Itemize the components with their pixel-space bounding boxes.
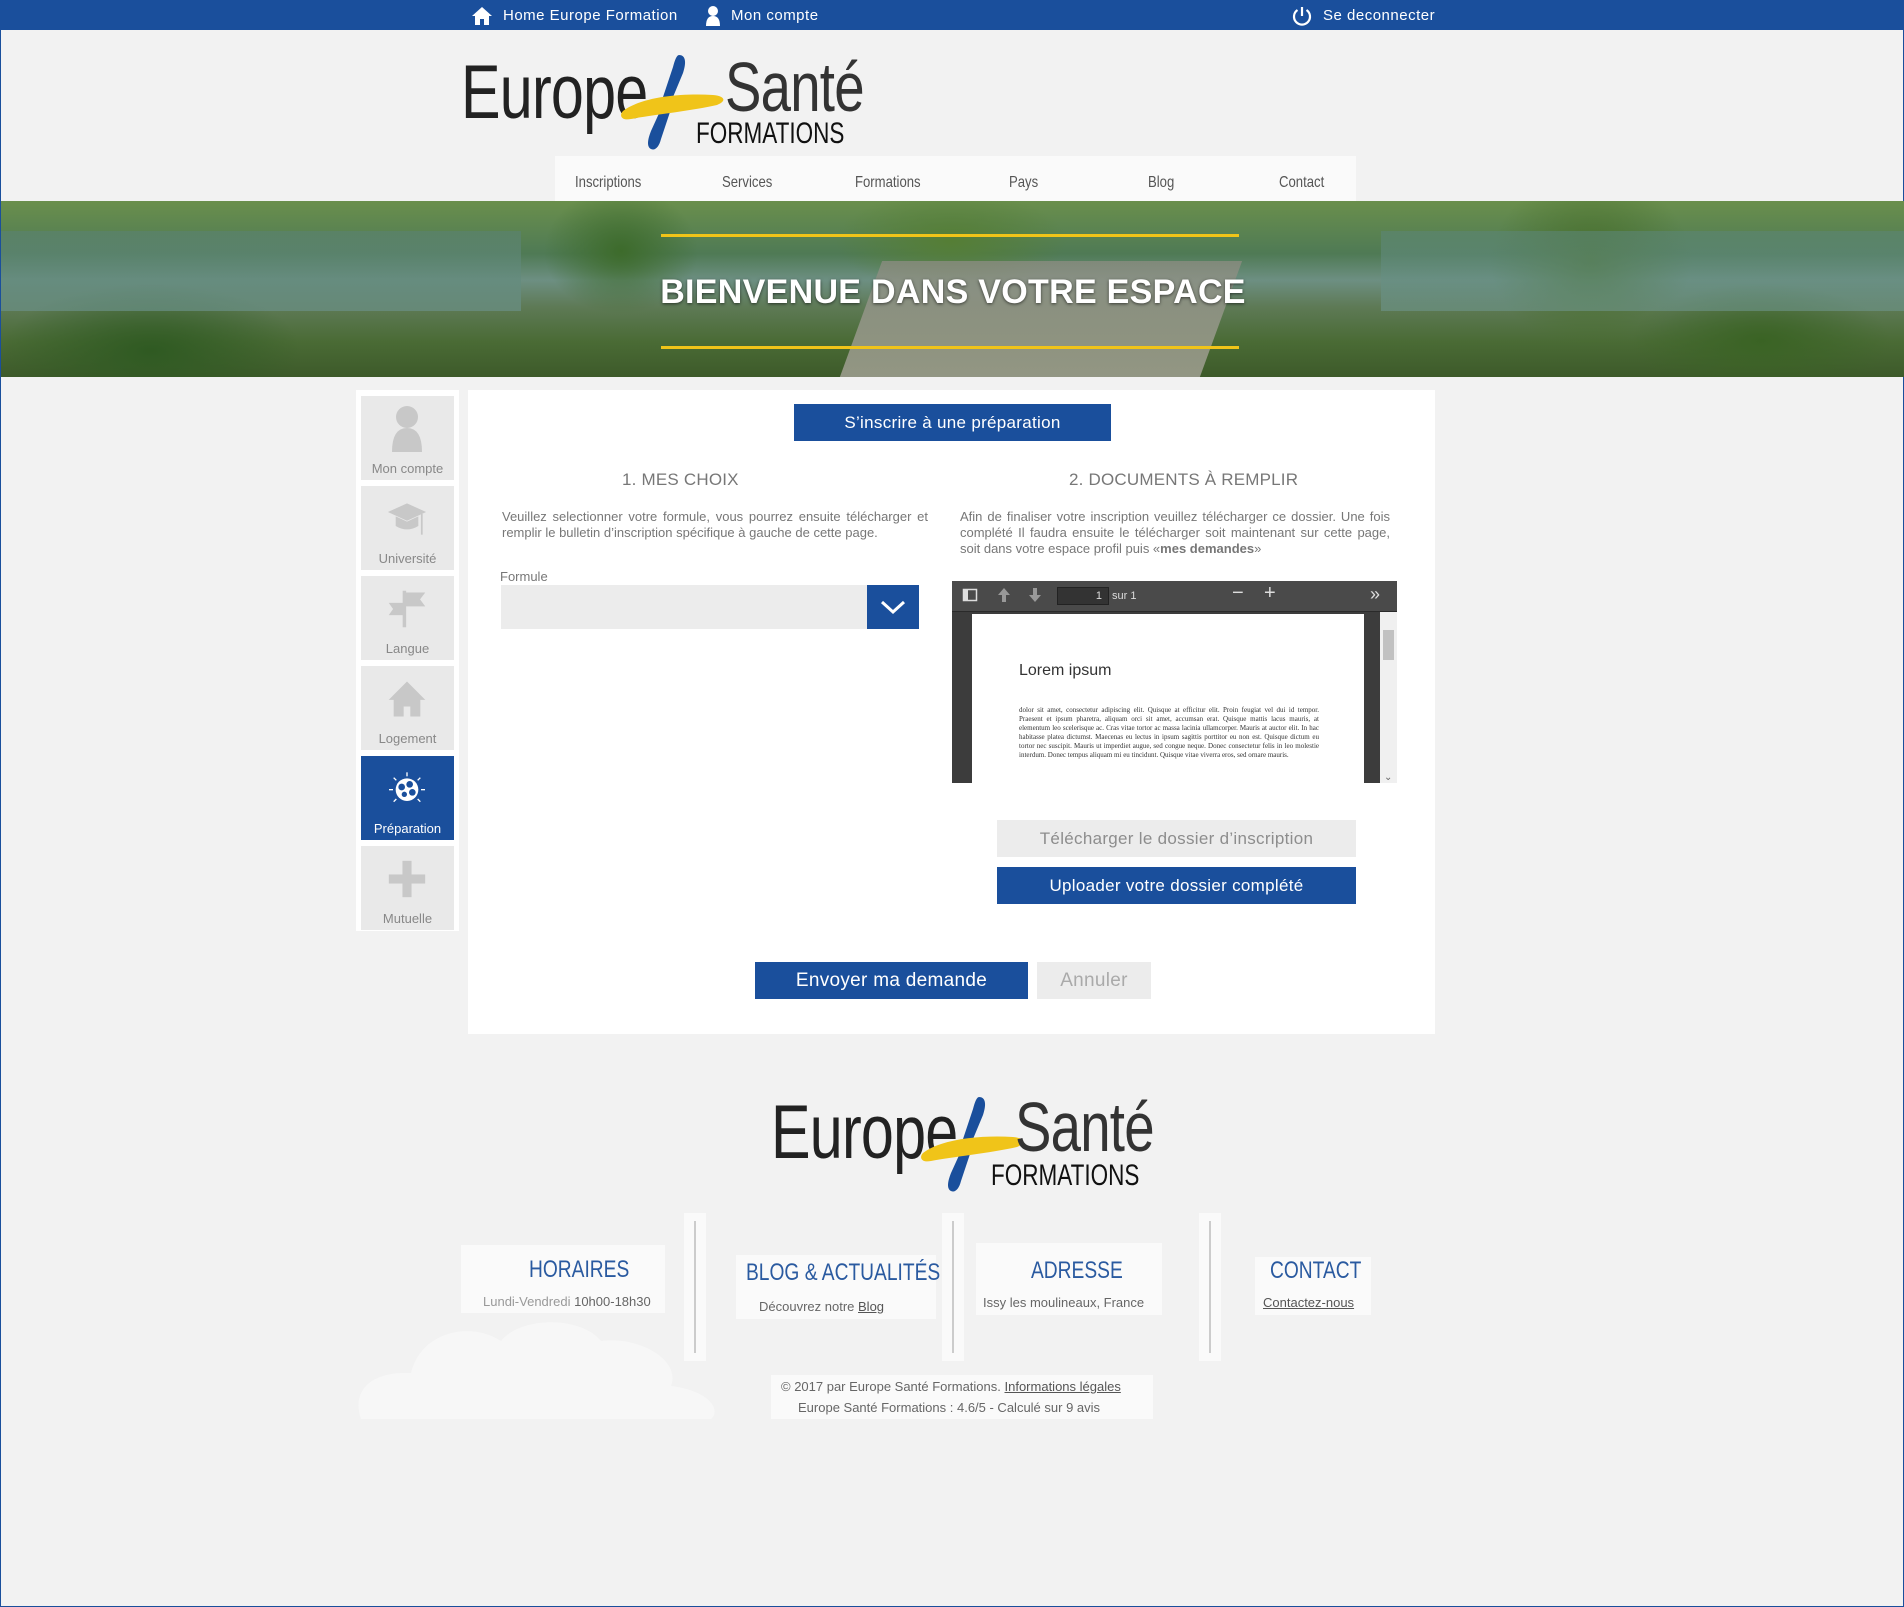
submit-request-button[interactable]: Envoyer ma demande bbox=[755, 962, 1028, 999]
documents-title: 2. DOCUMENTS À REMPLIR bbox=[1069, 470, 1299, 489]
sidebar-item-label: Mutuelle bbox=[382, 911, 433, 926]
sidebar-item-label: Logement bbox=[378, 731, 437, 746]
top-bar: Home Europe Formation Mon compte Se deco… bbox=[1, 1, 1904, 30]
zoom-in-icon[interactable]: + bbox=[1264, 583, 1276, 603]
register-preparation-button[interactable]: S’inscrire à une préparation bbox=[794, 404, 1111, 441]
pdf-page-input[interactable]: 1 bbox=[1057, 587, 1109, 605]
footer-contact-link[interactable]: Contactez-nous bbox=[1263, 1295, 1354, 1310]
scroll-down-icon[interactable]: ⌄ bbox=[1384, 772, 1392, 783]
footer-logo-word-formations: FORMATIONS bbox=[991, 1159, 1140, 1192]
nav-item-inscriptions[interactable]: Inscriptions bbox=[575, 174, 641, 192]
footer-separator bbox=[684, 1213, 706, 1361]
home-link-label: Home Europe Formation bbox=[503, 7, 678, 24]
chevron-down-icon bbox=[880, 600, 906, 615]
profile-sidebar: Mon compte Université Langue Logement Pr… bbox=[356, 390, 459, 931]
footer-rating: Europe Santé Formations : 4.6/5 - Calcul… bbox=[798, 1400, 1101, 1415]
footer-copyright: © 2017 par Europe Santé Formations. Info… bbox=[781, 1379, 1121, 1394]
sidebar-item-label: Préparation bbox=[373, 821, 442, 836]
footer-horaires-days: Lundi-Vendredi bbox=[483, 1294, 571, 1309]
power-icon bbox=[1292, 6, 1312, 26]
choices-instructions: Veuillez selectionner votre formule, vou… bbox=[502, 509, 928, 540]
sidebar-item-universite[interactable]: Université bbox=[361, 486, 454, 570]
footer-cloud-decoration bbox=[358, 1322, 715, 1419]
nav-item-contact[interactable]: Contact bbox=[1279, 174, 1324, 192]
footer-horaires-hours: 10h00-18h30 bbox=[574, 1294, 651, 1309]
nav-item-blog[interactable]: Blog bbox=[1148, 174, 1174, 192]
pdf-toolbar: 1 sur 1 − + » bbox=[952, 581, 1397, 612]
pdf-viewer[interactable]: 1 sur 1 − + » Lorem ipsum dolor sit amet… bbox=[952, 581, 1397, 783]
footer-blog-text-label: Découvrez notre bbox=[759, 1299, 855, 1314]
nav-item-formations[interactable]: Formations bbox=[855, 174, 921, 192]
documents-text-bold: mes demandes bbox=[1160, 541, 1255, 556]
plus-icon bbox=[387, 854, 427, 904]
main-nav: Inscriptions Services Formations Pays Bl… bbox=[555, 156, 1356, 201]
zoom-out-icon[interactable]: − bbox=[1232, 583, 1244, 603]
logout-link-label: Se deconnecter bbox=[1323, 7, 1436, 24]
upload-dossier-button[interactable]: Uploader votre dossier complété bbox=[997, 867, 1356, 904]
logout-link[interactable]: Se deconnecter bbox=[1291, 1, 1435, 30]
pdf-doc-title: Lorem ipsum bbox=[1019, 662, 1112, 679]
graduation-cap-icon bbox=[387, 494, 427, 544]
hero-title: BIENVENUE DANS VOTRE ESPACE bbox=[660, 273, 1246, 311]
footer-separator bbox=[1199, 1213, 1221, 1361]
logo-word-formations: FORMATIONS bbox=[696, 117, 845, 150]
sidebar-item-logement[interactable]: Logement bbox=[361, 666, 454, 750]
documents-instructions: Afin de finaliser votre inscription veui… bbox=[960, 509, 1390, 557]
footer-adresse-title: ADRESSE bbox=[1031, 1257, 1123, 1284]
hero-line-top bbox=[661, 234, 1239, 237]
footer-blog-title: BLOG & ACTUALITÉS bbox=[746, 1259, 941, 1286]
flags-icon bbox=[387, 584, 427, 634]
cancel-button[interactable]: Annuler bbox=[1037, 962, 1151, 999]
footer-logo-word-sante: Santé bbox=[1015, 1088, 1155, 1166]
sidebar-item-langue[interactable]: Langue bbox=[361, 576, 454, 660]
download-dossier-button[interactable]: Télécharger le dossier d’inscription bbox=[997, 820, 1356, 857]
footer-contact-title: CONTACT bbox=[1270, 1257, 1362, 1284]
pdf-page-total: sur 1 bbox=[1112, 590, 1137, 602]
documents-text-end: » bbox=[1254, 541, 1262, 556]
footer-blog-text: Découvrez notre Blog bbox=[759, 1299, 884, 1314]
nav-item-pays[interactable]: Pays bbox=[1009, 174, 1038, 192]
footer-legal-link[interactable]: Informations légales bbox=[1005, 1379, 1121, 1394]
sidebar-item-label: Université bbox=[378, 551, 437, 566]
user-icon bbox=[706, 5, 720, 26]
footer-logo[interactable]: Europe Santé FORMATIONS bbox=[771, 1088, 1171, 1199]
sidebar-item-mutuelle[interactable]: Mutuelle bbox=[361, 846, 454, 930]
house-icon bbox=[387, 674, 427, 724]
brain-icon bbox=[387, 764, 427, 814]
footer-separator bbox=[942, 1213, 964, 1361]
page-up-icon[interactable] bbox=[997, 587, 1011, 607]
footer-horaires-title: HORAIRES bbox=[529, 1256, 630, 1283]
page-down-icon[interactable] bbox=[1028, 587, 1042, 607]
formule-select[interactable] bbox=[501, 585, 919, 629]
sidebar-item-mon-compte[interactable]: Mon compte bbox=[361, 396, 454, 480]
pdf-doc-body: dolor sit amet, consectetur adipiscing e… bbox=[1019, 706, 1319, 759]
user-icon bbox=[387, 404, 427, 454]
footer-adresse-text: Issy les moulineaux, France bbox=[983, 1295, 1145, 1310]
nav-item-services[interactable]: Services bbox=[722, 174, 772, 192]
home-icon bbox=[472, 6, 492, 25]
formule-select-toggle[interactable] bbox=[867, 585, 919, 629]
hero-banner: BIENVENUE DANS VOTRE ESPACE bbox=[1, 201, 1904, 377]
formule-label: Formule bbox=[500, 569, 548, 584]
pdf-page: Lorem ipsum dolor sit amet, consectetur … bbox=[972, 614, 1364, 783]
account-link-label: Mon compte bbox=[731, 7, 819, 24]
sidebar-item-label: Langue bbox=[385, 641, 430, 656]
account-link[interactable]: Mon compte bbox=[705, 1, 819, 30]
logo-word-sante: Santé bbox=[725, 48, 865, 126]
pdf-scrollbar[interactable]: ⌄ bbox=[1380, 612, 1397, 783]
more-tools-icon[interactable]: » bbox=[1370, 585, 1380, 603]
site-logo[interactable]: Europe Santé FORMATIONS bbox=[461, 48, 865, 159]
footer-blog-link[interactable]: Blog bbox=[858, 1299, 884, 1314]
sidebar-toggle-icon[interactable] bbox=[962, 587, 978, 607]
footer-horaires-text: Lundi-Vendredi 10h00-18h30 bbox=[483, 1294, 651, 1309]
hero-line-bottom bbox=[661, 346, 1239, 349]
footer-copyright-text: © 2017 par Europe Santé Formations. bbox=[781, 1379, 1001, 1394]
footer-contact-text: Contactez-nous bbox=[1263, 1295, 1354, 1310]
sidebar-item-label: Mon compte bbox=[371, 461, 444, 476]
pdf-scroll-thumb[interactable] bbox=[1383, 630, 1394, 660]
choices-title: 1. MES CHOIX bbox=[622, 470, 739, 489]
home-link[interactable]: Home Europe Formation bbox=[471, 1, 678, 30]
sidebar-item-preparation[interactable]: Préparation bbox=[361, 756, 454, 840]
logo-word-europe: Europe bbox=[461, 50, 648, 135]
